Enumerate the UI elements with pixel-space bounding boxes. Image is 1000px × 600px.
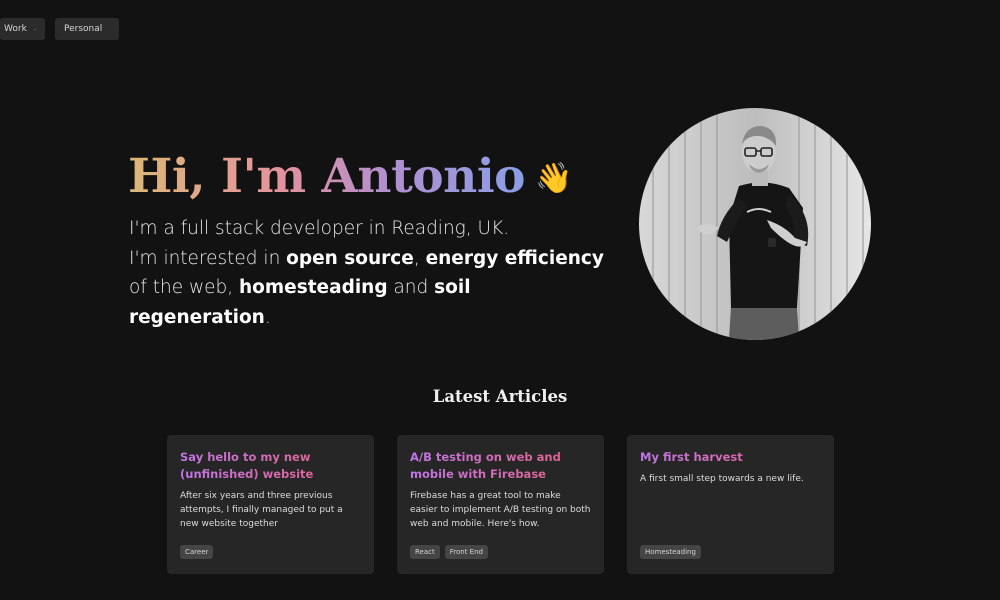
keyword-open-source: open source [286, 247, 414, 269]
intro-separator: and [387, 277, 435, 298]
hero-intro: I'm a full stack developer in Reading, U… [129, 214, 609, 332]
nav-personal-dropdown[interactable]: Personal [55, 18, 119, 40]
tag-badge[interactable]: Front End [444, 545, 488, 559]
article-card[interactable]: A/B testing on web and mobile with Fireb… [397, 435, 604, 574]
tag-badge[interactable]: React [410, 545, 440, 559]
profile-photo [639, 108, 871, 340]
article-description: After six years and three previous attem… [180, 491, 343, 529]
intro-prefix: I'm interested in [129, 247, 287, 269]
article-description: A first small step towards a new life. [640, 474, 804, 484]
avatar [639, 108, 871, 340]
top-nav: Work Personal [0, 18, 119, 40]
waving-hand-icon: 👋 [535, 161, 572, 196]
latest-articles-heading: Latest Articles [432, 387, 568, 406]
article-tags: Career [180, 545, 214, 559]
intro-separator: , [413, 247, 426, 269]
chevron-down-icon [34, 28, 36, 30]
keyword-energy-efficiency: energy efficiency [425, 247, 604, 269]
article-tags: React Front End [410, 545, 488, 559]
chevron-down-icon [109, 28, 110, 30]
intro-middle: of the web, [129, 277, 239, 298]
nav-work-dropdown[interactable]: Work [0, 18, 45, 40]
article-card[interactable]: Say hello to my new (unfinished) website… [167, 435, 374, 574]
keyword-homesteading: homesteading [238, 277, 388, 298]
article-description: Firebase has a great tool to make easier… [410, 491, 591, 529]
nav-work-label: Work [4, 24, 27, 34]
hero-title-text: Hi, I'm Antonio [128, 149, 526, 204]
tag-badge[interactable]: Homesteading [640, 545, 701, 559]
article-title[interactable]: Say hello to my new (unfinished) website [180, 449, 361, 483]
hero-title: Hi, I'm Antonio 👋 [128, 147, 572, 209]
nav-personal-label: Personal [64, 24, 103, 34]
article-title[interactable]: A/B testing on web and mobile with Fireb… [410, 449, 591, 483]
article-card[interactable]: My first harvest A first small step towa… [627, 435, 834, 574]
intro-line-1: I'm a full stack developer in Reading, U… [129, 218, 510, 239]
tag-badge[interactable]: Career [180, 545, 214, 559]
article-title[interactable]: My first harvest [640, 449, 821, 466]
article-tags: Homesteading [640, 545, 701, 559]
intro-end: . [264, 306, 271, 328]
